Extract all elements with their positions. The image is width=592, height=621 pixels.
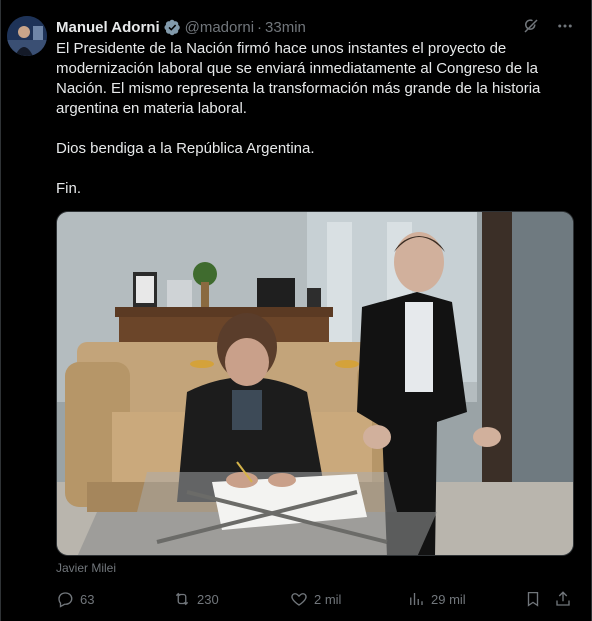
bookmark-icon xyxy=(527,591,539,607)
tweet-actions: 63 230 2 mil 29 mil xyxy=(56,590,576,610)
grok-icon[interactable] xyxy=(521,16,541,36)
tweet-header: Manuel Adorni @madorni · 33min xyxy=(56,17,306,37)
reply-count: 63 xyxy=(80,591,95,607)
author-handle[interactable]: @madorni xyxy=(185,19,254,36)
repost-button[interactable]: 230 xyxy=(173,590,219,608)
reply-icon xyxy=(58,592,73,608)
like-button[interactable]: 2 mil xyxy=(290,590,341,608)
views-button[interactable]: 29 mil xyxy=(407,590,466,608)
bookmark-button[interactable] xyxy=(524,590,542,608)
share-icon xyxy=(556,591,570,606)
tagged-people[interactable]: Javier Milei xyxy=(56,561,116,575)
like-icon xyxy=(291,593,307,606)
tweet-photo[interactable] xyxy=(56,211,574,556)
verified-badge-icon xyxy=(164,19,181,36)
repost-icon xyxy=(175,592,189,606)
repost-count: 230 xyxy=(197,591,219,607)
views-icon xyxy=(410,593,423,605)
tagged-person-name[interactable]: Javier Milei xyxy=(56,561,116,575)
avatar[interactable] xyxy=(7,16,47,56)
tweet-paragraph: Dios bendiga a la República Argentina. xyxy=(56,140,315,157)
separator-dot: · xyxy=(257,18,263,36)
reply-button[interactable]: 63 xyxy=(56,590,94,608)
share-button[interactable] xyxy=(554,590,572,608)
like-count: 2 mil xyxy=(314,591,342,607)
tweet-paragraph: El Presidente de la Nación firmó hace un… xyxy=(56,40,541,117)
tweet-top-actions xyxy=(521,16,575,36)
more-icon[interactable] xyxy=(555,16,575,36)
author-name[interactable]: Manuel Adorni xyxy=(56,19,160,36)
tweet-card: Manuel Adorni @madorni · 33min El Presid… xyxy=(0,0,592,621)
tweet-paragraph: Fin. xyxy=(56,180,82,197)
view-count: 29 mil xyxy=(431,591,466,607)
tweet-text: El Presidente de la Nación firmó hace un… xyxy=(56,39,581,199)
post-time[interactable]: 33min xyxy=(265,19,306,36)
